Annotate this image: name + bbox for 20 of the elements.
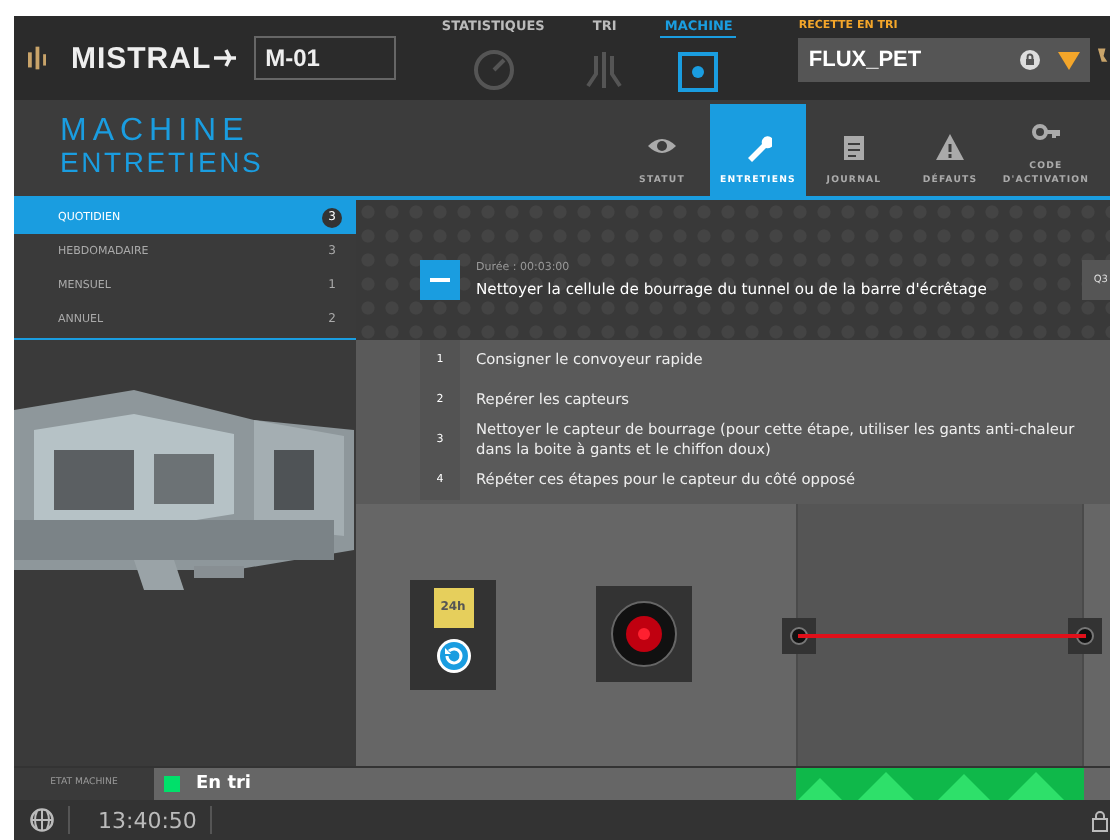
warning-icon <box>936 134 964 162</box>
wrench-icon <box>744 134 772 162</box>
equalizer-icon <box>28 46 47 70</box>
page-subtitle: ENTRETIENS <box>60 148 264 176</box>
gauge-icon <box>471 48 516 92</box>
fork-icon <box>582 48 627 92</box>
plane-icon <box>213 48 236 68</box>
collapse-button[interactable] <box>420 260 460 300</box>
clock-time: 13:40:50 <box>98 807 197 833</box>
caret-icon <box>1058 51 1081 69</box>
page-title: MACHINE <box>60 116 252 148</box>
globe-icon <box>30 808 54 832</box>
brand-logo: MISTRAL <box>70 41 212 75</box>
reset-icon <box>435 638 471 674</box>
target-icon <box>676 50 721 94</box>
recipe-dropdown[interactable]: FLUX_PET <box>798 38 1091 82</box>
clipboard-icon <box>840 134 868 162</box>
status-value: En tri <box>196 774 252 794</box>
machine-field[interactable]: M-01 <box>253 36 396 80</box>
lock-icon <box>1092 809 1108 831</box>
